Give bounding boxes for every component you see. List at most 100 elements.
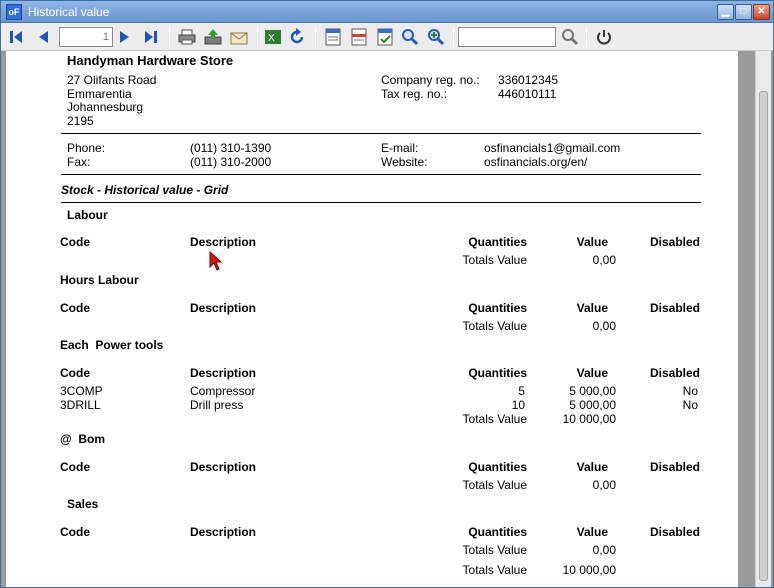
address-line: Johannesburg (67, 100, 144, 114)
vertical-scrollbar[interactable] (755, 51, 771, 587)
phone-label: Phone: (67, 141, 106, 155)
mouse-cursor-icon (209, 251, 223, 271)
first-page-button[interactable] (6, 27, 26, 47)
group-total-value: 0,00 (592, 543, 616, 557)
column-code: Code (60, 366, 90, 380)
group-total-value: 0,00 (592, 319, 616, 333)
row-quantity: 5 (518, 384, 525, 398)
group-name: Labour (67, 208, 108, 222)
totals-label: Totals Value (462, 412, 527, 426)
column-disabled: Disabled (649, 366, 700, 380)
print-button[interactable] (177, 27, 197, 47)
address-line: 2195 (67, 114, 94, 128)
divider (61, 202, 701, 203)
page-number-input[interactable] (59, 27, 113, 47)
grand-total-value: 10 000,00 (562, 563, 616, 577)
row-quantity: 10 (511, 398, 525, 412)
row-code: 3COMP (60, 384, 103, 398)
page-layout-icon (325, 28, 341, 46)
group-name: Each Power tools (60, 338, 164, 352)
next-page-button[interactable] (115, 27, 135, 47)
email-button[interactable] (229, 27, 249, 47)
address-line: 27 Olifants Road (67, 73, 157, 87)
row-description: Compressor (190, 384, 256, 398)
totals-label: Totals Value (462, 478, 527, 492)
last-page-icon (145, 31, 157, 43)
page-margins-button[interactable] (349, 27, 369, 47)
page-check-button[interactable] (375, 27, 395, 47)
column-quantities: Quantities (468, 235, 527, 249)
power-icon (597, 30, 611, 45)
group-name: Sales (67, 497, 99, 511)
column-description: Description (190, 366, 257, 380)
column-value: Value (576, 525, 608, 539)
close-button[interactable]: ✕ (753, 4, 770, 20)
phone-value: (011) 310-1390 (190, 141, 272, 155)
report-title: Stock - Historical value - Grid (61, 183, 229, 197)
search-input[interactable] (458, 27, 556, 47)
page-setup-button[interactable] (323, 27, 343, 47)
minimize-button[interactable]: ▁ (717, 4, 734, 20)
tax-reg-value: 446010111 (498, 87, 557, 101)
zoom-in-icon (428, 29, 445, 46)
scrollbar-thumb[interactable] (759, 91, 768, 581)
totals-label: Totals Value (462, 319, 527, 333)
row-value: 5 000,00 (569, 398, 616, 412)
group-name: @ Bom (60, 432, 106, 446)
divider (61, 133, 701, 134)
column-value: Value (576, 366, 608, 380)
row-disabled: No (682, 398, 698, 412)
export-icon (204, 29, 222, 45)
envelope-icon (230, 32, 248, 45)
spreadsheet-icon: X (265, 30, 281, 44)
column-code: Code (60, 301, 90, 315)
column-value: Value (576, 460, 608, 474)
group-total-value: 10 000,00 (562, 412, 616, 426)
column-disabled: Disabled (649, 235, 700, 249)
export-button[interactable] (203, 27, 223, 47)
company-reg-value: 336012345 (498, 73, 559, 87)
fax-value: (011) 310-2000 (190, 155, 272, 169)
website-value: osfinancials.org/en/ (484, 155, 588, 169)
page-check-icon (377, 28, 393, 46)
totals-label: Totals Value (462, 253, 527, 267)
address-line: Emmarentia (67, 87, 132, 101)
row-value: 5 000,00 (569, 384, 616, 398)
column-code: Code (60, 235, 90, 249)
excel-export-button[interactable]: X (263, 27, 283, 47)
website-label: Website: (381, 155, 428, 169)
close-preview-button[interactable] (594, 27, 614, 47)
tax-reg-label: Tax reg. no.: (381, 87, 448, 101)
group-name: Hours Labour (60, 273, 139, 287)
report-viewport[interactable]: Handyman Hardware Store 27 Olifants Road… (1, 51, 773, 587)
company-name: Handyman Hardware Store (67, 53, 234, 68)
column-disabled: Disabled (649, 460, 700, 474)
column-disabled: Disabled (649, 301, 700, 315)
svg-text:X: X (268, 33, 275, 44)
report-window: oF Historical value ▁ □ ✕ X (0, 0, 774, 588)
totals-label: Totals Value (462, 543, 527, 557)
zoom-in-button[interactable] (426, 27, 446, 47)
window-title: Historical value (28, 5, 110, 19)
column-disabled: Disabled (649, 525, 700, 539)
zoom-out-button[interactable] (400, 27, 420, 47)
printer-icon (178, 29, 196, 45)
column-quantities: Quantities (468, 366, 527, 380)
toolbar-separator (315, 27, 316, 47)
column-quantities: Quantities (468, 460, 527, 474)
column-description: Description (190, 525, 257, 539)
title-bar[interactable]: oF Historical value ▁ □ ✕ (1, 1, 773, 23)
toolbar-separator (169, 27, 170, 47)
search-button[interactable] (560, 27, 580, 47)
column-code: Code (60, 460, 90, 474)
first-page-icon (10, 31, 22, 43)
refresh-button[interactable] (287, 27, 307, 47)
column-description: Description (190, 235, 257, 249)
toolbar-separator (586, 27, 587, 47)
last-page-button[interactable] (141, 27, 161, 47)
company-reg-label: Company reg. no.: (381, 73, 480, 87)
group-total-value: 0,00 (592, 253, 616, 267)
previous-page-icon (39, 31, 48, 43)
maximize-button[interactable]: □ (735, 4, 752, 20)
previous-page-button[interactable] (33, 27, 53, 47)
